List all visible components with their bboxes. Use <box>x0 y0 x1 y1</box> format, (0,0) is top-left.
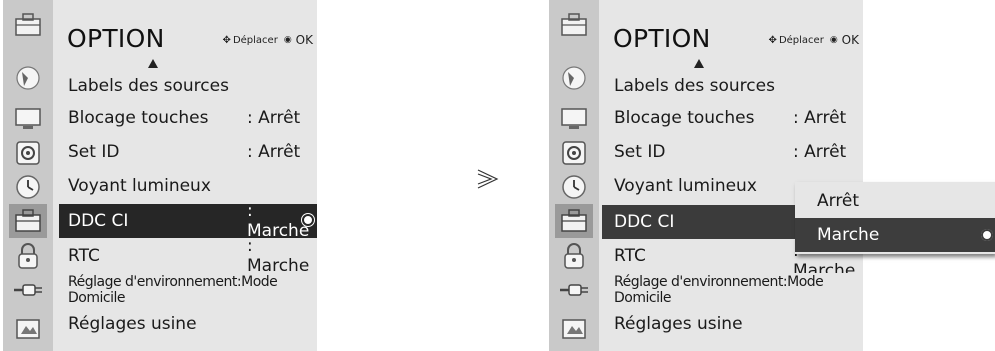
menu-item-labels-des-sources[interactable]: Labels des sources <box>599 69 863 103</box>
menu-item-rtc[interactable]: RTC : Marche <box>53 236 317 276</box>
input-icon <box>9 273 47 307</box>
ok-button-icon: ◉ <box>829 35 838 45</box>
menu-item-set-id[interactable]: Set ID : Arrêt <box>53 135 317 169</box>
menu-item-label: Voyant lumineux <box>614 176 757 196</box>
menu-item-label: Labels des sources <box>614 76 775 96</box>
picture-icon <box>9 61 47 95</box>
option-icon-selected <box>555 204 593 238</box>
move-arrows-icon: ✥ <box>222 34 231 46</box>
menu-item-label: DDC CI <box>614 212 675 232</box>
menu-item-voyant-lumineux[interactable]: Voyant lumineux <box>53 169 317 203</box>
menu-item-label: Réglages usine <box>614 314 743 334</box>
ok-indicator-icon <box>302 214 314 226</box>
menu-item-label: Réglage d'environnement:Mode Domicile <box>614 274 824 306</box>
usb-icon <box>555 311 593 345</box>
dropdown-option-marche-selected[interactable]: Marche <box>795 218 995 252</box>
step-arrow-icon <box>477 169 499 189</box>
menu-item-value: : Arrêt <box>247 108 301 128</box>
scroll-up-arrow-icon[interactable] <box>148 59 158 68</box>
menu-item-blocage-touches[interactable]: Blocage touches : Arrêt <box>53 101 317 135</box>
menu-item-label: DDC CI <box>68 211 129 231</box>
menu-item-reglage-environnement[interactable]: Réglage d'environnement:Mode Domicile <box>53 273 317 307</box>
screen-icon <box>9 102 47 136</box>
lock-icon <box>555 239 593 273</box>
time-icon <box>555 170 593 204</box>
dropdown-option-arret[interactable]: Arrêt <box>795 184 995 218</box>
dropdown-option-label: Marche <box>817 225 880 245</box>
input-icon <box>555 273 593 307</box>
category-icon-column <box>3 0 53 351</box>
menu-item-label: Réglages usine <box>68 314 197 334</box>
option-icon <box>555 8 593 42</box>
menu-item-label: Labels des sources <box>68 76 229 96</box>
ddc-ci-options-dropdown: Arrêt Marche <box>795 182 995 254</box>
time-icon <box>9 170 47 204</box>
menu-item-label: RTC <box>68 246 100 266</box>
option-icon <box>9 8 47 42</box>
nav-ok-label: OK <box>841 33 859 47</box>
screen-icon <box>555 102 593 136</box>
menu-item-label: Voyant lumineux <box>68 176 211 196</box>
menu-item-set-id[interactable]: Set ID : Arrêt <box>599 135 863 169</box>
menu-item-label: Réglage d'environnement:Mode Domicile <box>68 274 278 306</box>
usb-icon <box>9 311 47 345</box>
menu-item-label: Blocage touches <box>614 108 755 128</box>
menu-item-label: Blocage touches <box>68 108 209 128</box>
move-arrows-icon: ✥ <box>768 34 777 46</box>
option-menu-panel-left: OPTION ✥ Déplacer ◉ OK Labels des source… <box>3 0 317 351</box>
menu-item-label: RTC <box>614 246 646 266</box>
audio-icon <box>555 136 593 170</box>
option-icon-selected <box>9 204 47 238</box>
category-icon-column <box>549 0 599 351</box>
nav-move-label: Déplacer <box>778 34 824 46</box>
picture-icon <box>555 61 593 95</box>
option-menu-panel-right: OPTION ✥ Déplacer ◉ OK Labels des source… <box>549 0 863 351</box>
menu-item-labels-des-sources[interactable]: Labels des sources <box>53 69 317 103</box>
navigation-hint: ✥ Déplacer ◉ OK <box>223 33 313 47</box>
menu-item-reglages-usine[interactable]: Réglages usine <box>53 307 317 341</box>
menu-item-reglages-usine[interactable]: Réglages usine <box>599 307 863 341</box>
menu-item-label: Set ID <box>68 142 120 162</box>
menu-title: OPTION <box>613 24 711 53</box>
menu-item-value: : Arrêt <box>793 142 847 162</box>
menu-title: OPTION <box>67 24 165 53</box>
menu-item-label: Set ID <box>614 142 666 162</box>
menu-item-ddc-ci-selected[interactable]: DDC CI : Marche <box>59 201 317 241</box>
navigation-hint: ✥ Déplacer ◉ OK <box>769 33 859 47</box>
nav-move-label: Déplacer <box>232 34 278 46</box>
scroll-up-arrow-icon[interactable] <box>694 59 704 68</box>
nav-ok-label: OK <box>295 33 313 47</box>
dropdown-option-label: Arrêt <box>817 191 860 211</box>
lock-icon <box>9 239 47 273</box>
menu-item-value: : Arrêt <box>793 108 847 128</box>
menu-item-blocage-touches[interactable]: Blocage touches : Arrêt <box>599 101 863 135</box>
ok-indicator-icon <box>981 229 993 241</box>
menu-item-reglage-environnement[interactable]: Réglage d'environnement:Mode Domicile <box>599 273 863 307</box>
menu-item-value: : Marche <box>247 236 310 276</box>
audio-icon <box>9 136 47 170</box>
ok-button-icon: ◉ <box>283 35 292 45</box>
menu-item-value: : Arrêt <box>247 142 301 162</box>
